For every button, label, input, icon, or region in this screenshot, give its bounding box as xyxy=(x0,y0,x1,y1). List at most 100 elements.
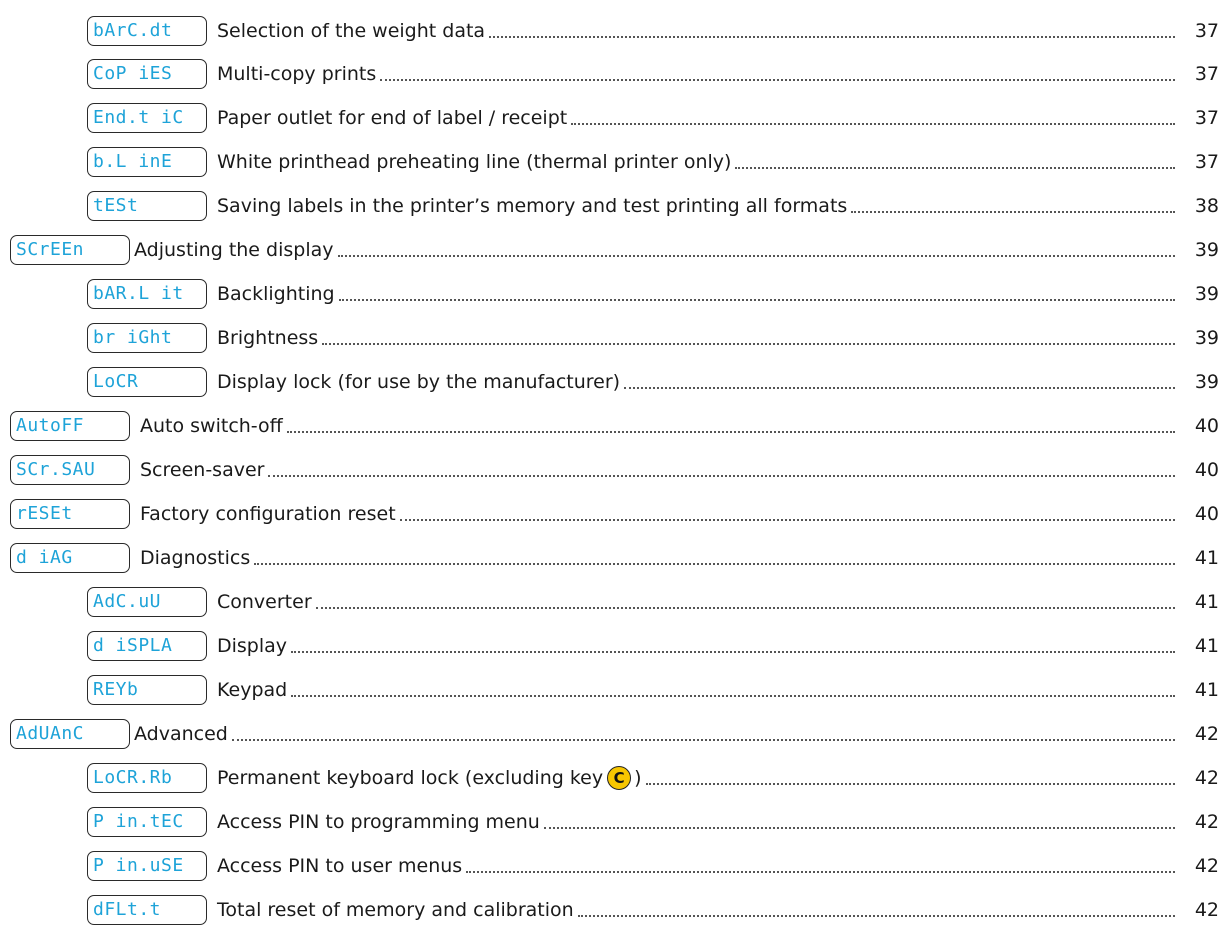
dot-leader xyxy=(624,386,1175,389)
toc-entry-title: Multi-copy prints xyxy=(217,62,377,85)
toc-row[interactable]: br iGht Brightness 39 xyxy=(87,321,1223,354)
display-code: AdC.uU xyxy=(87,586,207,617)
toc-entry-title: Selection of the weight data xyxy=(217,19,486,42)
display-code: AutoFF xyxy=(10,410,130,441)
display-code: CoP iES xyxy=(87,58,207,89)
toc-row[interactable]: LoCR.Rb Permanent keyboard lock (excludi… xyxy=(87,761,1223,794)
page-number: 39 xyxy=(1194,326,1219,349)
toc-row[interactable]: CoP iES Multi-copy prints 37 xyxy=(87,57,1223,90)
toc-row[interactable]: tESt Saving labels in the printer’s memo… xyxy=(87,189,1223,222)
display-code: dFLt.t xyxy=(87,894,207,925)
toc-row[interactable]: d iSPLA Display 41 xyxy=(87,629,1223,662)
page-number: 37 xyxy=(1194,106,1219,129)
toc-row[interactable]: P in.tEC Access PIN to programming menu … xyxy=(87,805,1223,838)
toc-entry-title: Permanent keyboard lock (excluding key C… xyxy=(217,765,642,790)
toc-row[interactable]: bArC.dt Selection of the weight data 37 xyxy=(87,14,1223,47)
display-code: b.L inE xyxy=(87,146,207,177)
dot-leader xyxy=(571,122,1175,125)
dot-leader xyxy=(380,78,1175,81)
dot-leader xyxy=(337,254,1175,257)
page-number: 37 xyxy=(1194,62,1219,85)
page-number: 37 xyxy=(1194,150,1219,173)
page-number: 40 xyxy=(1194,458,1219,481)
toc-entry-title: Backlighting xyxy=(217,282,335,305)
dot-leader xyxy=(399,518,1175,521)
toc-row[interactable]: P in.uSE Access PIN to user menus 42 xyxy=(87,849,1223,882)
dot-leader xyxy=(338,298,1175,301)
toc-entry-title-suffix: ) xyxy=(634,766,642,789)
display-code: d iAG xyxy=(10,542,130,573)
dot-leader xyxy=(577,914,1175,917)
dot-leader xyxy=(286,430,1175,433)
toc-row[interactable]: dFLt.t Total reset of memory and calibra… xyxy=(87,893,1223,926)
dot-leader xyxy=(254,562,1175,565)
page-number: 42 xyxy=(1194,810,1219,833)
toc-row[interactable]: LoCR Display lock (for use by the manufa… xyxy=(87,365,1223,398)
toc-row[interactable]: AutoFF Auto switch-off 40 xyxy=(10,409,1223,442)
toc-row[interactable]: AdUAnC Advanced 42 xyxy=(10,717,1223,750)
display-code: End.t iC xyxy=(87,102,207,133)
toc-row[interactable]: SCrEEn Adjusting the display 39 xyxy=(10,233,1223,266)
toc-row[interactable]: rESEt Factory configuration reset 40 xyxy=(10,497,1223,530)
display-code: REYb xyxy=(87,674,207,705)
dot-leader xyxy=(735,166,1175,169)
display-code: tESt xyxy=(87,190,207,221)
toc-entry-title: Diagnostics xyxy=(140,546,251,569)
display-code: bAR.L it xyxy=(87,278,207,309)
display-code: P in.uSE xyxy=(87,850,207,881)
toc-row[interactable]: bAR.L it Backlighting 39 xyxy=(87,277,1223,310)
toc-row[interactable]: AdC.uU Converter 41 xyxy=(87,585,1223,618)
display-code: P in.tEC xyxy=(87,806,207,837)
toc-entry-title: Saving labels in the printer’s memory an… xyxy=(217,194,848,217)
toc-row[interactable]: SCr.SAU Screen-saver 40 xyxy=(10,453,1223,486)
toc-row[interactable]: REYb Keypad 41 xyxy=(87,673,1223,706)
display-code: br iGht xyxy=(87,322,207,353)
page-number: 41 xyxy=(1194,678,1219,701)
page-number: 41 xyxy=(1194,590,1219,613)
dot-leader xyxy=(322,342,1175,345)
toc-row[interactable]: End.t iC Paper outlet for end of label /… xyxy=(87,101,1223,134)
page-number: 42 xyxy=(1194,854,1219,877)
dot-leader xyxy=(315,606,1175,609)
dot-leader xyxy=(231,738,1175,741)
dot-leader xyxy=(291,694,1175,697)
toc-entry-title: Factory configuration reset xyxy=(140,502,396,525)
dot-leader xyxy=(466,870,1175,873)
display-code: SCrEEn xyxy=(10,234,130,265)
toc-entry-title: Screen-saver xyxy=(140,458,265,481)
page-number: 40 xyxy=(1194,414,1219,437)
page-number: 37 xyxy=(1194,19,1219,42)
toc-entry-title: Keypad xyxy=(217,678,288,701)
table-of-contents: bArC.dt Selection of the weight data 37 … xyxy=(0,0,1223,950)
toc-row[interactable]: d iAG Diagnostics 41 xyxy=(10,541,1223,574)
toc-entry-title: Brightness xyxy=(217,326,319,349)
page-number: 41 xyxy=(1194,634,1219,657)
display-code: bArC.dt xyxy=(87,15,207,46)
toc-entry-title: Display lock (for use by the manufacture… xyxy=(217,370,621,393)
toc-entry-title: Auto switch-off xyxy=(140,414,283,437)
toc-entry-title: Access PIN to user menus xyxy=(217,854,463,877)
toc-entry-title: Total reset of memory and calibration xyxy=(217,898,574,921)
c-key-icon: C xyxy=(607,765,632,790)
toc-entry-title: Display xyxy=(217,634,288,657)
page-number: 38 xyxy=(1194,194,1219,217)
dot-leader xyxy=(268,474,1175,477)
display-code: LoCR.Rb xyxy=(87,762,207,793)
page-number: 39 xyxy=(1194,282,1219,305)
dot-leader xyxy=(543,826,1175,829)
display-code: rESEt xyxy=(10,498,130,529)
toc-entry-title-text: Permanent keyboard lock (excluding key xyxy=(217,766,604,789)
toc-entry-title: Paper outlet for end of label / receipt xyxy=(217,106,568,129)
display-code: AdUAnC xyxy=(10,718,130,749)
page-number: 42 xyxy=(1194,766,1219,789)
toc-entry-title: Advanced xyxy=(134,722,228,745)
toc-entry-title: Adjusting the display xyxy=(134,238,334,261)
display-code: LoCR xyxy=(87,366,207,397)
page-number: 41 xyxy=(1194,546,1219,569)
display-code: d iSPLA xyxy=(87,630,207,661)
toc-row[interactable]: b.L inE White printhead preheating line … xyxy=(87,145,1223,178)
toc-entry-title: Converter xyxy=(217,590,312,613)
dot-leader xyxy=(489,35,1175,38)
toc-entry-title: White printhead preheating line (thermal… xyxy=(217,150,732,173)
dot-leader xyxy=(291,650,1175,653)
